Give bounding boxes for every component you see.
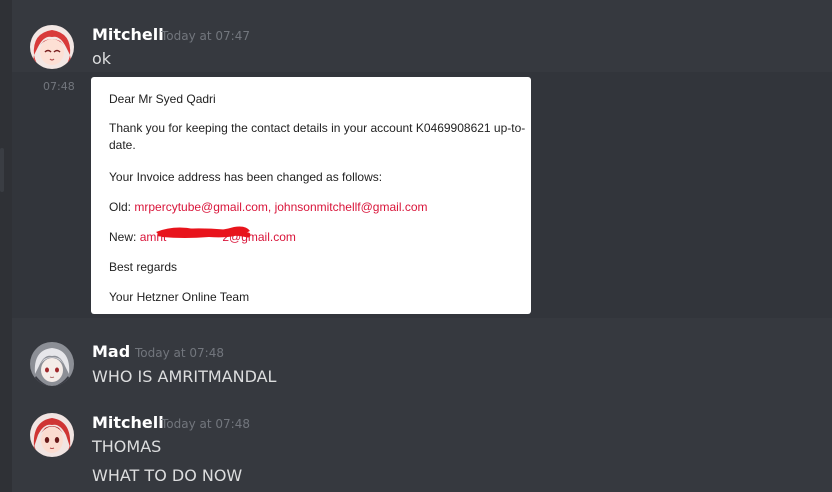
username[interactable]: Mad [92, 342, 130, 361]
message-timestamp: Today at 07:48 [161, 417, 250, 431]
avatar[interactable] [30, 413, 74, 457]
server-sidebar-edge [0, 0, 12, 492]
anime-red-hair-avatar-icon [30, 25, 74, 69]
email-paragraph-2: Your Invoice address has been changed as… [109, 170, 383, 184]
username[interactable]: Mitchell [92, 25, 164, 44]
anime-silver-hair-avatar-icon [30, 342, 74, 386]
red-scribble-redaction [156, 226, 251, 238]
message-timestamp: Today at 07:47 [161, 29, 250, 43]
old-label: Old: [109, 200, 132, 214]
message-text: ok [92, 49, 112, 68]
email-greeting: Dear Mr Syed Qadri [109, 92, 216, 106]
message-text: WHAT TO DO NOW [92, 466, 243, 485]
old-email-value: mrpercytube@gmail.com, johnsonmitchellf@… [134, 200, 428, 214]
side-timestamp: 07:48 [43, 80, 75, 93]
username[interactable]: Mitchell [92, 413, 164, 432]
email-closing: Best regards [109, 260, 178, 274]
email-old-line: Old: mrpercytube@gmail.com, johnsonmitch… [109, 200, 428, 214]
anime-red-hair-avatar-icon [30, 413, 74, 457]
new-label: New: [109, 230, 137, 244]
email-paragraph: Thank you for keeping the contact detail… [109, 121, 526, 152]
message-text: WHO IS AMRITMANDAL [92, 367, 277, 386]
image-attachment[interactable]: Dear Mr Syed Qadri Thank you for keeping… [91, 77, 531, 314]
message-text: THOMAS [92, 437, 162, 456]
avatar[interactable] [30, 25, 74, 69]
avatar[interactable] [30, 342, 74, 386]
email-signature: Your Hetzner Online Team [109, 290, 250, 304]
message-timestamp: Today at 07:48 [135, 346, 224, 360]
sidebar-scroll-thumb[interactable] [0, 148, 4, 192]
